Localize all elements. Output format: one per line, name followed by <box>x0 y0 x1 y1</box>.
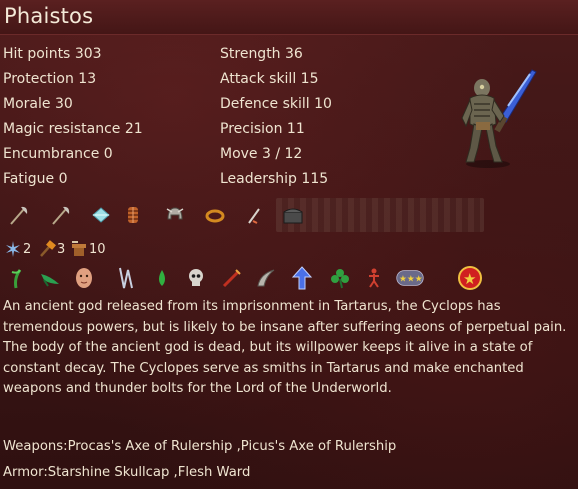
stat-value: 21 <box>124 121 143 137</box>
star-badge-icon[interactable]: ★ <box>456 264 484 292</box>
stat-label: Leadership <box>220 171 297 187</box>
axe-icon[interactable] <box>6 202 32 228</box>
empty-slots-area <box>276 198 484 232</box>
stat-value: 0 <box>58 171 68 187</box>
stat-value: 36 <box>285 46 303 62</box>
count-forge[interactable]: 10 <box>70 240 106 258</box>
stat-label: Attack skill <box>220 71 297 87</box>
magic-path-counts: 2 3 10 <box>0 238 200 260</box>
stat-value: 13 <box>78 71 97 87</box>
air-magic-icon <box>6 241 20 257</box>
count-value: 3 <box>57 241 66 257</box>
diamond-icon[interactable] <box>88 202 114 228</box>
stat-value: 303 <box>74 46 102 62</box>
stars-icon[interactable]: ★★★ <box>396 264 424 292</box>
stat-label: Hit points <box>3 46 71 62</box>
helmet-icon[interactable] <box>162 202 188 228</box>
count-construction[interactable]: 3 <box>38 240 65 258</box>
arrow-up-icon[interactable] <box>288 264 316 292</box>
unit-description: An ancient god released from its impriso… <box>3 299 567 397</box>
face-icon[interactable] <box>70 264 98 292</box>
stat-value: 3 / 12 <box>262 146 303 162</box>
unit-info-panel: Phaistos Hit points 303 Protection 13 Mo… <box>0 0 578 489</box>
stat-magic-resistance: Magic resistance 21 <box>3 121 143 137</box>
stat-label: Morale <box>3 96 51 112</box>
leaf-icon[interactable] <box>148 264 176 292</box>
stat-attack-skill: Attack skill 15 <box>220 71 319 87</box>
chest-icon[interactable] <box>280 202 306 228</box>
stat-fatigue: Fatigue 0 <box>3 171 67 187</box>
armor-line: Armor:Starshine Skullcap ,Flesh Ward <box>3 465 251 480</box>
stat-value: 115 <box>301 171 329 187</box>
ribcage-armor-icon[interactable] <box>120 202 146 228</box>
count-value: 10 <box>89 241 106 257</box>
stat-label: Protection <box>3 71 74 87</box>
horn-icon[interactable] <box>252 264 280 292</box>
hammer-icon <box>40 240 56 257</box>
stat-protection: Protection 13 <box>3 71 96 87</box>
stat-precision: Precision 11 <box>220 121 305 137</box>
weapons-line: Weapons:Procas's Axe of Rulership ,Picus… <box>3 439 397 454</box>
stat-strength: Strength 36 <box>220 46 303 62</box>
stat-value: 15 <box>300 71 319 87</box>
ring-icon[interactable] <box>202 202 228 228</box>
ability-icons: ★★★ ★ <box>0 262 578 294</box>
stat-defence-skill: Defence skill 10 <box>220 96 332 112</box>
stat-value: 10 <box>314 96 332 112</box>
blade-icon[interactable] <box>112 264 140 292</box>
stat-label: Precision <box>220 121 283 137</box>
sword-icon[interactable] <box>242 202 268 228</box>
stat-hit-points: Hit points 303 <box>3 46 102 62</box>
stat-value: 0 <box>103 146 113 162</box>
stat-value: 11 <box>286 121 305 137</box>
figure-icon[interactable] <box>360 264 388 292</box>
skull-icon[interactable] <box>182 264 210 292</box>
svg-text:★★★: ★★★ <box>399 275 423 285</box>
unit-portrait[interactable] <box>448 60 538 170</box>
stat-encumbrance: Encumbrance 0 <box>3 146 113 162</box>
stat-leadership: Leadership 115 <box>220 171 328 187</box>
forge-icon <box>72 241 86 256</box>
count-value: 2 <box>23 241 32 257</box>
stat-label: Move <box>220 146 258 162</box>
stat-label: Fatigue <box>3 171 55 187</box>
stat-label: Encumbrance <box>3 146 100 162</box>
count-air[interactable]: 2 <box>4 240 31 258</box>
axe-icon[interactable] <box>48 202 74 228</box>
clover-icon[interactable] <box>326 264 354 292</box>
equipment-slots <box>0 196 490 234</box>
cyclops-sprite-icon <box>461 69 537 168</box>
stat-label: Strength <box>220 46 281 62</box>
stat-morale: Morale 30 <box>3 96 73 112</box>
title-bar: Phaistos <box>0 0 578 35</box>
plant-icon[interactable] <box>2 264 30 292</box>
sword-icon[interactable] <box>218 264 246 292</box>
poison-bird-icon[interactable] <box>36 264 64 292</box>
unit-name: Phaistos <box>4 4 94 28</box>
stat-label: Magic resistance <box>3 121 121 137</box>
svg-text:★: ★ <box>463 270 476 288</box>
stat-label: Defence skill <box>220 96 310 112</box>
stat-move: Move 3 / 12 <box>220 146 302 162</box>
stat-value: 30 <box>54 96 73 112</box>
